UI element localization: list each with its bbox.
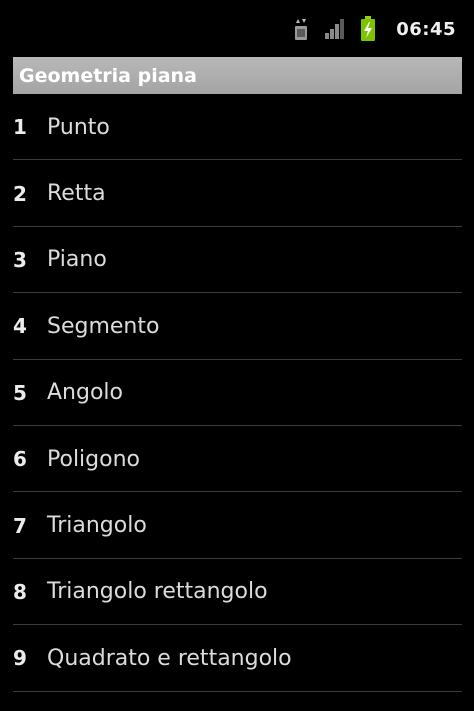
page-title: Geometria piana	[19, 64, 197, 87]
title-bar: Geometria piana	[13, 57, 462, 94]
list-item-label: Punto	[47, 114, 110, 140]
topic-list: 1 Punto 2 Retta 3 Piano 4 Segmento 5 Ang…	[0, 94, 474, 692]
list-item-label: Triangolo rettangolo	[47, 579, 268, 605]
list-item-number: 4	[13, 314, 27, 339]
list-item-label: Quadrato e rettangolo	[47, 645, 292, 671]
list-item-number: 7	[13, 513, 27, 538]
list-item-triangolo[interactable]: 7 Triangolo	[0, 492, 474, 560]
list-item-number: 2	[13, 181, 27, 206]
list-item-poligono[interactable]: 6 Poligono	[0, 426, 474, 493]
signal-icon	[324, 18, 346, 40]
clock: 06:45	[396, 18, 456, 40]
list-item-number: 6	[13, 447, 27, 472]
list-item-label: Poligono	[47, 446, 140, 472]
list-item-label: Piano	[47, 247, 107, 273]
list-item-retta[interactable]: 2 Retta	[0, 160, 474, 228]
status-bar: 06:45	[0, 0, 474, 52]
list-item-number: 9	[13, 646, 27, 671]
list-item-label: Segmento	[47, 313, 160, 339]
status-icons: 06:45	[292, 16, 456, 42]
list-item-quadrato-e-rettangolo[interactable]: 9 Quadrato e rettangolo	[0, 625, 474, 692]
battery-charging-icon	[360, 16, 376, 42]
list-item-number: 8	[13, 579, 27, 604]
list-item-number: 3	[13, 247, 27, 272]
list-item-number: 5	[13, 380, 27, 405]
list-item-label: Retta	[47, 181, 106, 207]
list-item-angolo[interactable]: 5 Angolo	[0, 360, 474, 427]
list-item-label: Triangolo	[47, 513, 147, 539]
list-item-piano[interactable]: 3 Piano	[0, 227, 474, 294]
list-item-number: 1	[13, 115, 27, 140]
list-item-triangolo-rettangolo[interactable]: 8 Triangolo rettangolo	[0, 559, 474, 626]
list-item-punto[interactable]: 1 Punto	[0, 94, 474, 161]
sim-transfer-icon	[292, 17, 310, 41]
list-item-segmento[interactable]: 4 Segmento	[0, 293, 474, 360]
list-item-label: Angolo	[47, 380, 123, 406]
